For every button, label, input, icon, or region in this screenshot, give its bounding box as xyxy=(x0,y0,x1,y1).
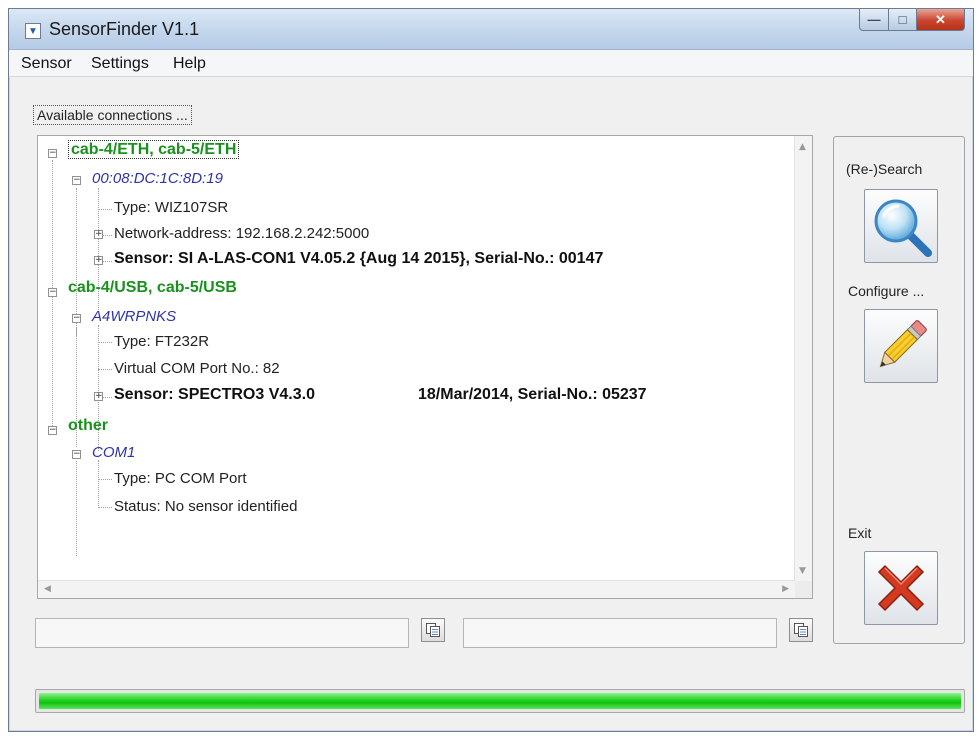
expand-icon[interactable]: + xyxy=(94,392,103,401)
tree-node-usb-group[interactable]: cab-4/USB, cab-5/USB xyxy=(68,279,237,297)
connections-tree[interactable]: − cab-4/ETH, cab-5/ETH − 00:08:DC:1C:8D:… xyxy=(37,135,813,599)
collapse-icon[interactable]: − xyxy=(48,426,57,435)
scroll-right-icon[interactable]: ▶ xyxy=(782,584,789,594)
horizontal-scrollbar[interactable]: ◀ ▶ xyxy=(38,580,795,598)
tree-line xyxy=(98,479,112,480)
tree-line xyxy=(76,461,77,556)
window-title: SensorFinder V1.1 xyxy=(49,19,200,39)
close-button[interactable]: ✕ xyxy=(917,9,965,31)
tree-node-other-group[interactable]: other xyxy=(68,417,108,435)
tree-line xyxy=(98,507,112,508)
title-bar[interactable]: ▼ SensorFinder V1.1 — □ ✕ xyxy=(9,9,973,50)
copy-button-1[interactable] xyxy=(421,618,445,642)
tree-line xyxy=(103,235,112,236)
collapse-icon[interactable]: − xyxy=(48,149,57,158)
tree-line xyxy=(103,261,112,262)
minimize-icon: — xyxy=(867,12,881,27)
tree-node-eth-type[interactable]: Type: WIZ107SR xyxy=(114,199,228,216)
menu-help[interactable]: Help xyxy=(173,55,206,73)
menu-settings[interactable]: Settings xyxy=(91,55,149,73)
tree-node-other-type[interactable]: Type: PC COM Port xyxy=(114,470,247,487)
tree-node-other-device[interactable]: COM1 xyxy=(92,444,135,461)
tree-node-usb-type[interactable]: Type: FT232R xyxy=(114,333,209,350)
configure-button[interactable] xyxy=(864,309,938,383)
collapse-icon[interactable]: − xyxy=(72,314,81,323)
tree-node-eth-device[interactable]: 00:08:DC:1C:8D:19 xyxy=(92,170,223,187)
pencil-icon xyxy=(879,320,927,368)
tree-node-usb-sensor-info[interactable]: 18/Mar/2014, Serial-No.: 05237 xyxy=(418,386,647,404)
collapse-icon[interactable]: − xyxy=(72,176,81,185)
copy-icon xyxy=(426,623,440,637)
available-connections-label: Available connections ... xyxy=(33,105,192,125)
menu-sensor[interactable]: Sensor xyxy=(21,55,72,73)
copy-button-2[interactable] xyxy=(789,618,813,642)
progress-bar-fill xyxy=(39,693,961,709)
magnifier-icon xyxy=(874,199,932,257)
collapse-icon[interactable]: − xyxy=(72,450,81,459)
collapse-icon[interactable]: − xyxy=(48,288,57,297)
tree-node-eth-group-label: cab-4/ETH, cab-5/ETH xyxy=(68,140,240,159)
tree-node-usb-device[interactable]: A4WRPNKS xyxy=(92,308,176,325)
scroll-down-icon[interactable]: ▼ xyxy=(799,566,806,576)
red-x-icon xyxy=(877,564,925,612)
status-field-2 xyxy=(463,618,777,648)
app-window: ▼ SensorFinder V1.1 — □ ✕ Sensor Setting… xyxy=(8,8,974,732)
window-controls: — □ ✕ xyxy=(859,9,965,31)
tree-node-usb-sensor[interactable]: Sensor: SPECTRO3 V4.3.0 xyxy=(114,386,315,404)
action-panel: (Re-)Search Configure ... Exit xyxy=(833,136,965,644)
tree-line xyxy=(98,342,112,343)
maximize-button[interactable]: □ xyxy=(889,9,917,31)
scrollbar-corner xyxy=(795,581,812,598)
search-label: (Re-)Search xyxy=(846,161,923,177)
tree-line xyxy=(98,369,112,370)
vertical-scrollbar[interactable]: ▲ ▼ xyxy=(794,136,812,582)
minimize-button[interactable]: — xyxy=(859,9,889,31)
close-icon: ✕ xyxy=(935,11,946,27)
scroll-up-icon[interactable]: ▲ xyxy=(799,142,806,152)
tree-line xyxy=(98,209,112,210)
exit-label: Exit xyxy=(848,525,872,541)
tree-node-eth-network[interactable]: Network-address: 192.168.2.242:5000 xyxy=(114,225,369,242)
expand-icon[interactable]: + xyxy=(94,256,103,265)
copy-icon xyxy=(794,623,808,637)
expand-icon[interactable]: + xyxy=(94,230,103,239)
scroll-left-icon[interactable]: ◀ xyxy=(44,584,51,594)
tree-node-eth-group[interactable]: cab-4/ETH, cab-5/ETH xyxy=(68,140,240,159)
exit-button[interactable] xyxy=(864,551,938,625)
status-field-1 xyxy=(35,618,409,648)
app-icon[interactable]: ▼ xyxy=(25,23,41,39)
tree-line xyxy=(103,397,112,398)
maximize-icon: □ xyxy=(898,12,907,27)
tree-node-usb-port[interactable]: Virtual COM Port No.: 82 xyxy=(114,360,280,377)
menu-bar: Sensor Settings Help xyxy=(9,50,973,77)
tree-node-eth-sensor[interactable]: Sensor: SI A-LAS-CON1 V4.05.2 {Aug 14 20… xyxy=(114,250,603,268)
search-button[interactable] xyxy=(864,189,938,263)
tree-line xyxy=(98,460,99,508)
configure-label: Configure ... xyxy=(848,283,925,299)
progress-bar xyxy=(35,689,965,713)
tree-node-other-status[interactable]: Status: No sensor identified xyxy=(114,498,297,515)
